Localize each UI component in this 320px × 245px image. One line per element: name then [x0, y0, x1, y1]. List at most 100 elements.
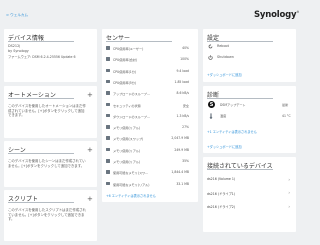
- reboot-button[interactable]: Reboot: [217, 44, 229, 49]
- sensor-row[interactable]: CPU使用率(5分) 1.85 load: [102, 78, 194, 87]
- connected-device-row[interactable]: ds216 (ドライブ1) ›: [203, 188, 295, 200]
- dsm-update-value: 最新: [282, 103, 289, 107]
- sensor-icon: [106, 79, 110, 84]
- sensor-name: メモリ使用(リアル): [113, 148, 141, 153]
- sensor-value: 100%: [180, 57, 189, 62]
- shutdown-button[interactable]: Shutdown: [217, 55, 234, 60]
- logo-mark: ®: [296, 10, 300, 15]
- device-info-card: デバイス情報 DS212j by Synology ファームウェア: DSM 6…: [4, 29, 97, 82]
- sensors-hidden-link[interactable]: +6 エンティティは表示されません: [106, 193, 156, 198]
- temperature-value: 41 °C: [282, 114, 291, 118]
- sensor-icon: [106, 57, 110, 61]
- device-model: DS212j: [8, 44, 21, 48]
- sensor-icon: [106, 181, 110, 186]
- power-icon: [208, 55, 213, 60]
- sensor-name: アップロードのスループ...: [113, 92, 150, 97]
- sensor-name: CPU使用率(5分): [113, 80, 137, 85]
- sensor-row[interactable]: セキュリティの状態 安全: [102, 101, 194, 110]
- connected-devices-title: 接続されているデバイス: [207, 163, 273, 170]
- scripts-card: スクリプト + このデバイスを使用したスクリプトはまだ作成されていません。[+]…: [4, 190, 97, 241]
- device-firmware: ファームウェア: DSM 6.2.4-25556 Update 6: [8, 55, 76, 59]
- welcome-link[interactable]: ≈ ウェルカム: [6, 13, 28, 18]
- diagnostics-title: 診断: [207, 92, 274, 99]
- scenes-title: シーン: [8, 147, 73, 154]
- sensor-name: CPU使用率(ユーザー): [113, 47, 144, 51]
- sensor-icon: [106, 170, 110, 174]
- device-maker: by Synology: [8, 49, 29, 53]
- automation-title: オートメーション: [8, 92, 74, 99]
- top-bar: ≈ ウェルカム Synology®: [0, 0, 300, 24]
- sensor-name: メモリ使用(リアル): [113, 160, 141, 164]
- sensor-value: 1,844.4 MB: [171, 170, 189, 175]
- settings-title: 設定: [207, 35, 274, 42]
- device-info-title: デバイス情報: [8, 35, 74, 42]
- synology-update-icon: S: [208, 101, 215, 108]
- sensors-card: センサー CPU使用率(ユーザー) 40% CPU使用率(合計) 100% CPU使用率…: [102, 29, 198, 202]
- sensor-icon: [106, 91, 110, 95]
- logo-text: Synology: [254, 10, 297, 20]
- chevron-right-icon: ›: [288, 176, 290, 182]
- sensor-icon: [106, 136, 110, 140]
- add-automation-button[interactable]: +: [87, 91, 93, 99]
- connected-device-name: ds216 (Volume 1): [207, 177, 236, 181]
- sensor-value: 9.4 load: [176, 68, 189, 73]
- sensor-row[interactable]: ダウンロードのスループ... 1.3 kB/s: [102, 112, 194, 121]
- diagnostics-hidden-link[interactable]: +1 エンティティは表示されません: [207, 129, 257, 134]
- sensor-row[interactable]: CPU使用率(合計) 100%: [102, 55, 194, 64]
- sensor-name: CPU使用率(合計): [113, 58, 138, 63]
- sensor-row[interactable]: CPU使用率(1分) 9.4 load: [102, 67, 194, 76]
- sensor-value: 33.1 MB: [176, 181, 189, 186]
- sensor-row[interactable]: メモリ使用(リアル) 35%: [102, 157, 194, 166]
- settings-add-dashboard-link[interactable]: +ダッシュボードに追加: [207, 72, 242, 77]
- chevron-right-icon: ›: [288, 190, 290, 195]
- diagnostics-card: 診断 S DSMアップデート 最新 温度 41 °C +1 エンティティは表示さ…: [203, 86, 296, 153]
- sensor-icon: [106, 46, 110, 50]
- sensor-name: CPU使用率(1分): [113, 69, 137, 74]
- sensor-value: 2,047.9 MB: [171, 136, 189, 141]
- sensors-title: センサー: [106, 35, 173, 42]
- sensor-value: 249.9 MB: [174, 147, 189, 152]
- sensor-row[interactable]: 使用可能なメモリ(スワ... 1,844.4 MB: [102, 168, 194, 177]
- automation-desc: このデバイスを使用したオートメーションはまだ作成されていません。[+]ボタンをク…: [8, 104, 86, 118]
- sensor-icon: [106, 147, 110, 152]
- sensor-value: 8.6 kB/s: [176, 91, 189, 96]
- sensor-name: ダウンロードのスループ...: [113, 114, 150, 119]
- sensor-name: 使用可能なメモリ(リアル): [113, 182, 150, 187]
- sensor-icon: [106, 102, 110, 106]
- sensor-row[interactable]: CPU使用率(ユーザー) 40%: [102, 44, 194, 53]
- sensor-row[interactable]: 使用可能なメモリ(リアル) 33.1 MB: [102, 180, 194, 189]
- scenes-desc: このデバイスを使用したシーンはまだ作成されていません。[+]ボタンをクリックして…: [8, 159, 86, 168]
- sensor-name: 使用可能なメモリ(スワ...: [113, 171, 149, 176]
- thermometer-icon: [209, 113, 213, 119]
- connected-device-name: ds216 (ドライブ1): [207, 191, 236, 196]
- connected-device-name: ds216 (ドライブ2): [207, 205, 236, 209]
- sensor-value: 安全: [182, 103, 189, 108]
- scenes-card: シーン + このデバイスを使用したシーンはまだ作成されていません。[+]ボタンを…: [4, 141, 97, 187]
- chevron-right-icon: ›: [288, 203, 290, 209]
- temperature-name: 温度: [220, 114, 227, 118]
- scripts-title: スクリプト: [8, 196, 75, 203]
- add-script-button[interactable]: +: [87, 195, 93, 203]
- automation-card: オートメーション + このデバイスを使用したオートメーションはまだ作成されていま…: [4, 86, 97, 138]
- sensor-name: セキュリティの状態: [113, 103, 141, 108]
- sensor-row[interactable]: メモリ使用(リアル) 249.9 MB: [102, 146, 194, 155]
- sensor-icon: [106, 68, 110, 73]
- sensor-value: 40%: [182, 46, 189, 50]
- diagnostics-add-dashboard-link[interactable]: +ダッシュボードに追加: [207, 144, 242, 149]
- connected-devices-card: 接続されているデバイス ds216 (Volume 1) › ds216 (ドライブ…: [203, 157, 296, 232]
- connected-device-row[interactable]: ds216 (ドライブ2) ›: [203, 201, 295, 213]
- connected-device-row[interactable]: ds216 (Volume 1) ›: [203, 174, 295, 186]
- sensor-value: 35%: [182, 159, 189, 163]
- dsm-update-name: DSMアップデート: [220, 103, 246, 107]
- add-scene-button[interactable]: +: [87, 146, 93, 154]
- settings-card: 設定 Reboot Shutdown +ダッシュボードに追加: [203, 29, 296, 82]
- sensor-name: メモリ使用(スワップ): [113, 137, 144, 142]
- sensor-value: 1.85 load: [174, 79, 189, 84]
- sensor-value: 1.3 kB/s: [176, 113, 189, 118]
- synology-logo: Synology®: [254, 10, 299, 20]
- sensor-row[interactable]: メモリ使用(スワップ) 2,047.9 MB: [102, 134, 194, 143]
- sensor-name: メモリ使用(リアル): [113, 126, 141, 131]
- scripts-desc: このデバイスを使用したスクリプトはまだ作成されていません。[+]ボタンをクリック…: [8, 208, 86, 222]
- sensor-row[interactable]: メモリ使用(リアル) 27%: [102, 123, 194, 132]
- sensor-row[interactable]: アップロードのスループ... 8.6 kB/s: [102, 89, 194, 98]
